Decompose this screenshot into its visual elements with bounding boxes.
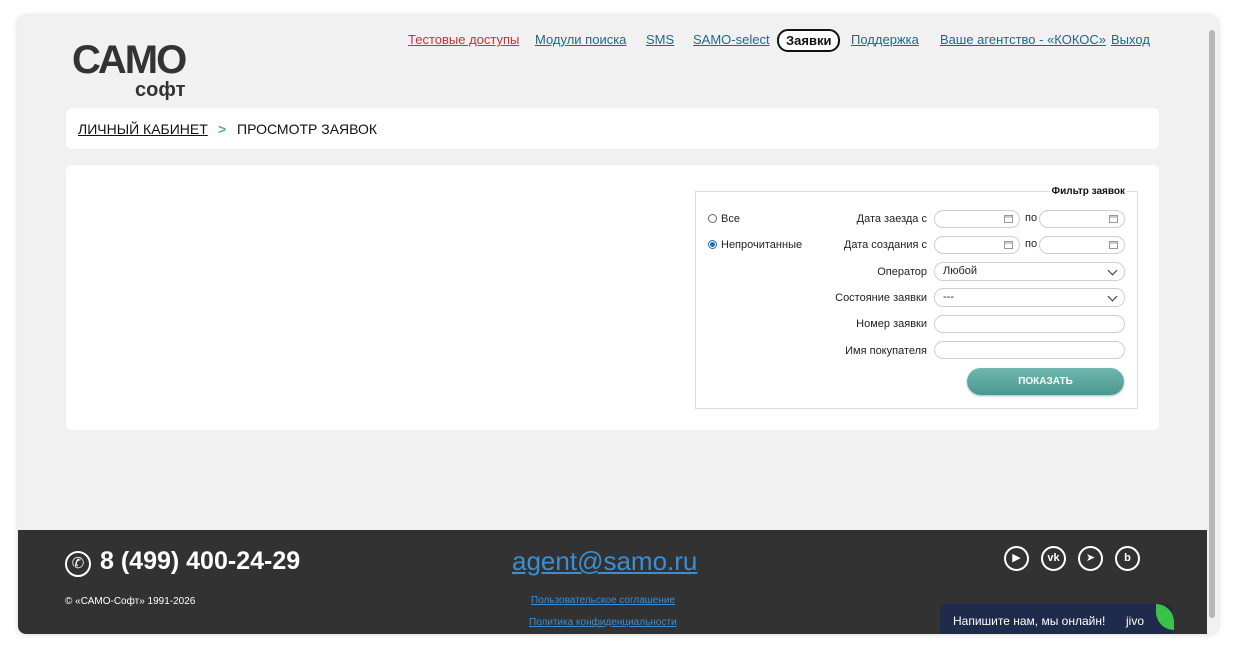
vk-icon[interactable]: vk	[1041, 546, 1066, 571]
user-agreement-link[interactable]: Пользовательское соглашение	[531, 595, 675, 606]
nav-test-access[interactable]: Тестовые доступы	[408, 32, 519, 47]
browser-window: САМО софт Тестовые доступы Модули поиска…	[18, 16, 1218, 634]
radio-all[interactable]: Все	[708, 213, 740, 225]
jivo-logo: jivo	[1126, 614, 1145, 628]
calendar-icon[interactable]	[1109, 215, 1118, 223]
scrollbar-thumb[interactable]	[1209, 30, 1215, 618]
jivo-leaf-icon	[1156, 604, 1174, 630]
footer: ✆ 8 (499) 400-24-29 © «САМО-Софт» 1991-2…	[18, 530, 1207, 634]
nav-logout[interactable]: Выход	[1111, 32, 1150, 47]
created-to-input[interactable]	[1039, 236, 1125, 254]
radio-unread-label: Непрочитанные	[721, 239, 803, 251]
checkin-from-input[interactable]	[934, 210, 1020, 228]
samo-soft-logo[interactable]: САМО софт	[72, 40, 192, 102]
nav-search-modules[interactable]: Модули поиска	[535, 32, 626, 47]
checkin-date-label: Дата заезда с	[856, 213, 927, 225]
status-value: ---	[943, 291, 954, 303]
buyer-name-input[interactable]	[934, 341, 1125, 359]
youtube-icon[interactable]: ▶	[1004, 546, 1029, 571]
blog-icon[interactable]: b	[1115, 546, 1140, 571]
logo-wordmark: САМО	[72, 38, 187, 82]
nav-support[interactable]: Поддержка	[851, 32, 919, 47]
radio-unread[interactable]: Непрочитанные	[708, 239, 802, 251]
status-label: Состояние заявки	[835, 292, 927, 304]
nav-agency[interactable]: Ваше агентство - «КОКОС»	[940, 32, 1106, 47]
calendar-icon[interactable]	[1004, 241, 1013, 249]
checkin-to-input[interactable]	[1039, 210, 1125, 228]
order-number-input[interactable]	[934, 315, 1125, 333]
buyer-name-label: Имя покупателя	[845, 345, 927, 357]
orders-panel: Фильтр заявок Все Непрочитанные Дата зае…	[66, 165, 1159, 430]
operator-label: Оператор	[877, 266, 927, 278]
logo-subtitle: софт	[135, 79, 186, 101]
chevron-down-icon	[1107, 265, 1118, 276]
phone-number[interactable]: 8 (499) 400-24-29	[100, 547, 300, 576]
chat-widget-text: Напишите нам, мы онлайн!	[953, 614, 1106, 628]
operator-value: Любой	[943, 265, 978, 277]
calendar-icon[interactable]	[1109, 241, 1118, 249]
nav-sms[interactable]: SMS	[646, 32, 674, 47]
created-date-label: Дата создания с	[843, 239, 927, 251]
radio-checked-icon[interactable]	[708, 240, 717, 249]
breadcrumb-home-link[interactable]: Личный кабинет	[78, 121, 208, 137]
breadcrumb-current: Просмотр заявок	[237, 121, 378, 137]
chat-widget[interactable]: Напишите нам, мы онлайн! jivo	[940, 604, 1174, 634]
copyright: © «САМО-Софт» 1991-2026	[65, 596, 196, 607]
order-filter: Фильтр заявок Все Непрочитанные Дата зае…	[695, 186, 1138, 409]
filter-title: Фильтр заявок	[1049, 186, 1127, 197]
breadcrumb: Личный кабинет > Просмотр заявок	[66, 108, 1159, 149]
breadcrumb-separator-icon: >	[218, 121, 227, 137]
privacy-policy-link[interactable]: Политика конфиденциальности	[529, 617, 677, 628]
order-number-label: Номер заявки	[856, 318, 927, 330]
nav-samo-select[interactable]: SAMO-select	[693, 32, 770, 47]
nav-orders[interactable]: Заявки	[777, 29, 841, 52]
checkin-to-label: по	[1025, 212, 1038, 224]
telegram-icon[interactable]: ➤	[1078, 546, 1103, 571]
calendar-icon[interactable]	[1004, 215, 1013, 223]
radio-all-label: Все	[721, 213, 740, 225]
chevron-down-icon	[1107, 291, 1118, 302]
radio-unchecked-icon[interactable]	[708, 214, 717, 223]
status-select[interactable]: ---	[934, 288, 1125, 307]
created-to-label: по	[1025, 238, 1038, 250]
scrollbar[interactable]	[1208, 28, 1216, 622]
operator-select[interactable]: Любой	[934, 262, 1125, 281]
show-button[interactable]: ПОКАЗАТЬ	[967, 368, 1124, 395]
email-link[interactable]: agent@samo.ru	[512, 546, 697, 577]
phone-icon: ✆	[65, 551, 91, 577]
created-from-input[interactable]	[934, 236, 1020, 254]
